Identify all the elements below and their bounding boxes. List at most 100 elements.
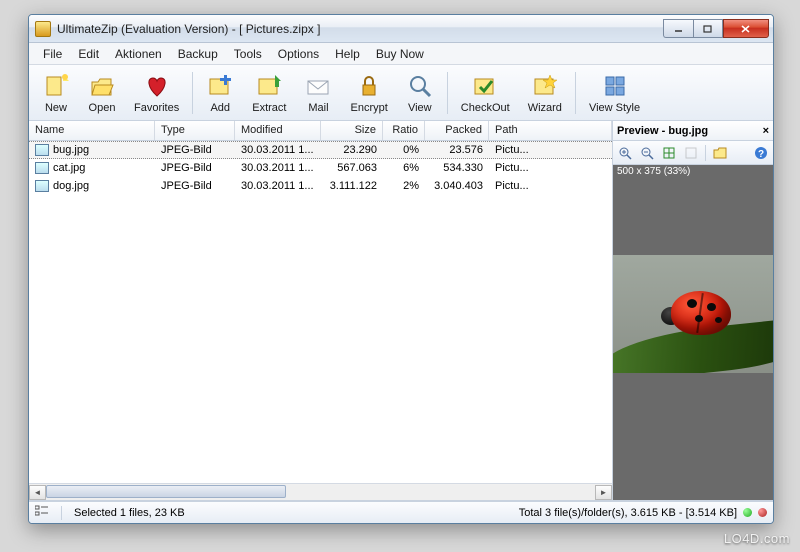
file-rows[interactable]: bug.jpgJPEG-Bild30.03.2011 1...23.2900%2… xyxy=(29,141,612,483)
toolbar-separator xyxy=(447,72,448,114)
wizard-label: Wizard xyxy=(528,102,562,114)
statusbar: Selected 1 files, 23 KB Total 3 file(s)/… xyxy=(29,501,773,523)
status-total: Total 3 file(s)/folder(s), 3.615 KB - [3… xyxy=(519,507,737,519)
help-icon[interactable]: ? xyxy=(751,144,771,162)
horizontal-scrollbar[interactable]: ◄ ► xyxy=(29,483,612,500)
menu-options[interactable]: Options xyxy=(270,44,327,64)
mail-icon xyxy=(304,72,332,100)
preview-image xyxy=(613,255,773,373)
scroll-thumb[interactable] xyxy=(46,485,286,498)
image-file-icon xyxy=(35,144,49,156)
lock-icon xyxy=(355,72,383,100)
watermark: LO4D.com xyxy=(724,531,790,546)
view-label: View xyxy=(408,102,432,114)
toolbar: New Open Favorites Add Extract Mail Encr… xyxy=(29,65,773,121)
table-row[interactable]: bug.jpgJPEG-Bild30.03.2011 1...23.2900%2… xyxy=(29,141,612,159)
zoom-in-icon[interactable] xyxy=(615,144,635,162)
extract-label: Extract xyxy=(252,102,286,114)
status-selected: Selected 1 files, 23 KB xyxy=(74,507,185,519)
titlebar[interactable]: UltimateZip (Evaluation Version) - [ Pic… xyxy=(29,15,773,43)
viewstyle-label: View Style xyxy=(589,102,640,114)
magnifier-icon xyxy=(406,72,434,100)
open-icon xyxy=(88,72,116,100)
toolbar-separator xyxy=(575,72,576,114)
status-dot-red xyxy=(758,508,767,517)
file-list-panel: Name Type Modified Size Ratio Packed Pat… xyxy=(29,121,613,500)
menu-buynow[interactable]: Buy Now xyxy=(368,44,432,64)
col-size[interactable]: Size xyxy=(321,121,383,140)
window-title: UltimateZip (Evaluation Version) - [ Pic… xyxy=(57,22,663,36)
scroll-left-button[interactable]: ◄ xyxy=(29,485,46,500)
preview-dimensions: 500 x 375 (33%) xyxy=(613,165,773,181)
new-icon xyxy=(42,72,70,100)
col-packed[interactable]: Packed xyxy=(425,121,489,140)
col-path[interactable]: Path xyxy=(489,121,612,140)
table-row[interactable]: dog.jpgJPEG-Bild30.03.2011 1...3.111.122… xyxy=(29,177,612,195)
column-headers: Name Type Modified Size Ratio Packed Pat… xyxy=(29,121,612,141)
view-button[interactable]: View xyxy=(399,69,441,117)
menubar: File Edit Aktionen Backup Tools Options … xyxy=(29,43,773,65)
mail-label: Mail xyxy=(308,102,328,114)
encrypt-label: Encrypt xyxy=(350,102,387,114)
content-area: Name Type Modified Size Ratio Packed Pat… xyxy=(29,121,773,501)
viewstyle-button[interactable]: View Style xyxy=(582,69,647,117)
menu-file[interactable]: File xyxy=(35,44,70,64)
menu-tools[interactable]: Tools xyxy=(226,44,270,64)
col-type[interactable]: Type xyxy=(155,121,235,140)
app-window: UltimateZip (Evaluation Version) - [ Pic… xyxy=(28,14,774,524)
heart-icon xyxy=(143,72,171,100)
mail-button[interactable]: Mail xyxy=(297,69,339,117)
zoom-out-icon[interactable] xyxy=(637,144,657,162)
maximize-button[interactable] xyxy=(693,19,723,38)
preview-header: Preview - bug.jpg × xyxy=(613,121,773,141)
open-label: Open xyxy=(89,102,116,114)
checkout-icon xyxy=(471,72,499,100)
add-label: Add xyxy=(210,102,230,114)
minimize-button[interactable] xyxy=(663,19,693,38)
status-dot-green xyxy=(743,508,752,517)
open-button[interactable]: Open xyxy=(81,69,123,117)
col-modified[interactable]: Modified xyxy=(235,121,321,140)
col-ratio[interactable]: Ratio xyxy=(383,121,425,140)
tree-toggle-icon[interactable] xyxy=(35,505,49,520)
checkout-button[interactable]: CheckOut xyxy=(454,69,517,117)
preview-panel: Preview - bug.jpg × ? 500 x 375 (33%) xyxy=(613,121,773,500)
svg-text:?: ? xyxy=(758,149,764,160)
scroll-track[interactable] xyxy=(46,485,595,500)
separator xyxy=(61,506,62,520)
close-button[interactable] xyxy=(723,19,769,38)
actual-size-icon[interactable] xyxy=(681,144,701,162)
app-icon xyxy=(35,21,51,37)
new-label: New xyxy=(45,102,67,114)
viewstyle-icon xyxy=(601,72,629,100)
new-button[interactable]: New xyxy=(35,69,77,117)
favorites-button[interactable]: Favorites xyxy=(127,69,186,117)
checkout-label: CheckOut xyxy=(461,102,510,114)
toolbar-separator xyxy=(192,72,193,114)
preview-close-button[interactable]: × xyxy=(763,125,769,137)
open-folder-icon[interactable] xyxy=(710,144,730,162)
col-name[interactable]: Name xyxy=(29,121,155,140)
add-icon xyxy=(206,72,234,100)
wizard-icon xyxy=(531,72,559,100)
preview-image-area xyxy=(613,181,773,500)
table-row[interactable]: cat.jpgJPEG-Bild30.03.2011 1...567.0636%… xyxy=(29,159,612,177)
window-controls xyxy=(663,19,769,38)
extract-button[interactable]: Extract xyxy=(245,69,293,117)
image-file-icon xyxy=(35,180,49,192)
favorites-label: Favorites xyxy=(134,102,179,114)
wizard-button[interactable]: Wizard xyxy=(521,69,569,117)
menu-backup[interactable]: Backup xyxy=(170,44,226,64)
scroll-right-button[interactable]: ► xyxy=(595,485,612,500)
menu-aktionen[interactable]: Aktionen xyxy=(107,44,170,64)
image-file-icon xyxy=(35,162,49,174)
menu-help[interactable]: Help xyxy=(327,44,368,64)
encrypt-button[interactable]: Encrypt xyxy=(343,69,394,117)
fit-icon[interactable] xyxy=(659,144,679,162)
menu-edit[interactable]: Edit xyxy=(70,44,107,64)
separator xyxy=(705,145,706,161)
extract-icon xyxy=(255,72,283,100)
preview-title: Preview - bug.jpg xyxy=(617,125,708,137)
preview-toolbar: ? xyxy=(613,141,773,165)
add-button[interactable]: Add xyxy=(199,69,241,117)
